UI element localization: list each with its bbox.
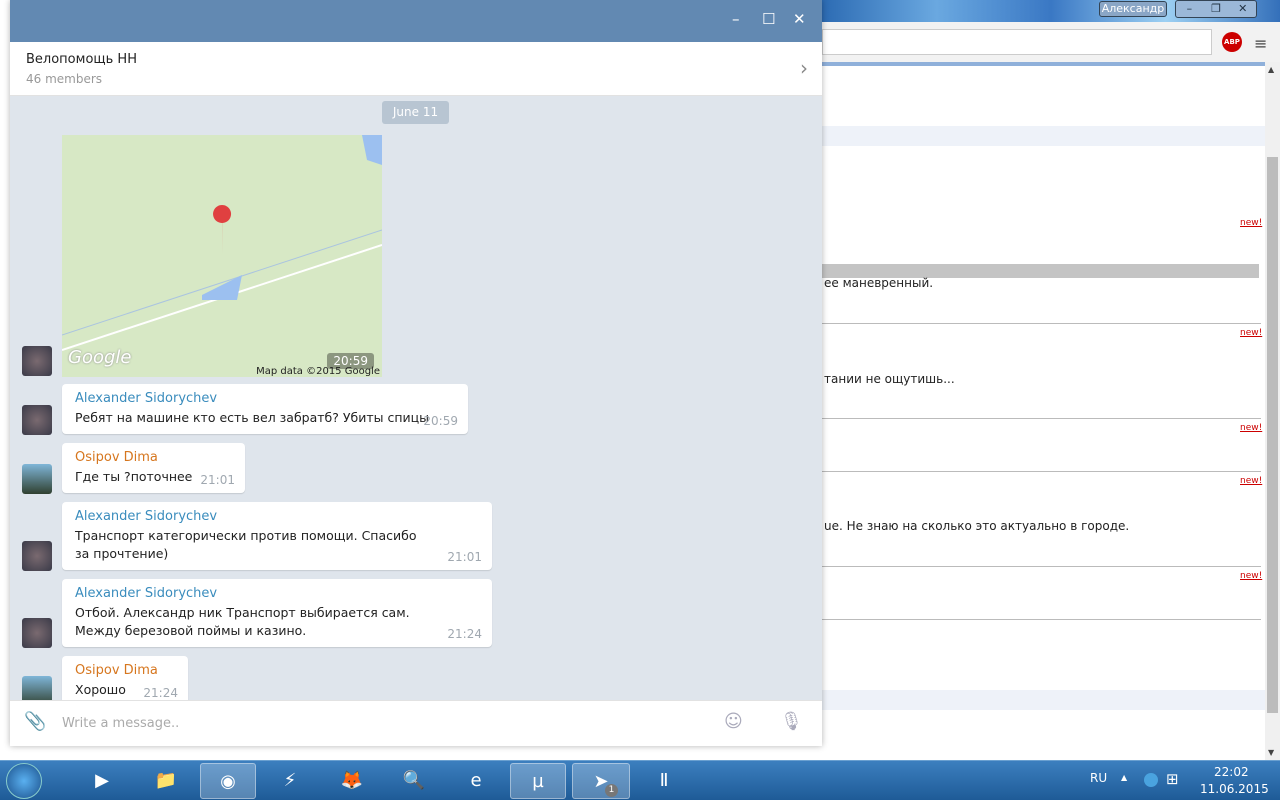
restore-button[interactable]: ❐ [1203,1,1230,17]
chevron-right-icon[interactable]: › [800,56,808,80]
divider [822,566,1261,567]
avatar[interactable] [22,346,52,376]
scroll-up-icon[interactable]: ▲ [1268,65,1274,74]
message-text: Транспорт категорически против помощи. С… [75,528,417,561]
close-button[interactable]: ✕ [793,10,806,28]
divider [822,619,1261,620]
minimize-button[interactable]: – [1176,1,1203,17]
winamp-icon[interactable]: ⚡ [262,763,318,799]
new-link[interactable]: new! [1240,218,1262,228]
scrollbar-thumb[interactable] [1267,157,1278,713]
new-link[interactable]: new! [1240,476,1262,486]
media-player-icon[interactable]: ▶ [74,763,130,799]
web-page: new! ее маневренный. new! тании не ощути… [822,62,1265,760]
file-explorer-icon[interactable]: 📁 [138,763,194,799]
firefox-icon[interactable]: 🦊 [324,763,380,799]
browser-window-controls: – ❐ ✕ [1175,0,1257,18]
message-time: 21:01 [200,473,235,487]
new-link[interactable]: new! [1240,423,1262,433]
app-icon[interactable]: Ⅱ [636,763,692,799]
new-link[interactable]: new! [1240,328,1262,338]
browser-menu-icon[interactable]: ≡ [1254,34,1267,53]
avatar[interactable] [22,541,52,571]
message-time: 21:01 [447,550,482,564]
clock-time[interactable]: 22:02 [1214,765,1249,779]
date-badge: June 11 [382,101,449,124]
divider [822,323,1261,324]
microphone-icon[interactable]: 🎙 [780,711,803,732]
message-author[interactable]: Alexander Sidorychev [75,586,442,601]
section-band [822,126,1265,146]
minimize-button[interactable]: – [732,10,740,28]
unread-badge: 1 [605,784,618,797]
language-indicator[interactable]: RU [1090,771,1107,785]
profile-button[interactable]: Александр [1099,1,1167,17]
scroll-down-icon[interactable]: ▼ [1268,748,1274,757]
chat-title: Велопомощь НН [26,52,137,67]
new-link[interactable]: new! [1240,571,1262,581]
member-count: 46 members [26,72,103,86]
telegram-window: – ☐ ✕ Велопомощь НН 46 members › June 11… [10,0,822,746]
emoji-icon[interactable]: ☺ [724,711,743,732]
internet-explorer-icon[interactable]: e [448,763,504,799]
start-button[interactable] [6,763,42,799]
clock-date[interactable]: 11.06.2015 [1200,782,1269,796]
message-time: 21:24 [143,686,178,700]
telegram-tray-icon[interactable] [1144,773,1158,787]
page-scrollbar[interactable]: ▲ ▼ [1265,62,1280,760]
address-bar[interactable] [822,29,1212,55]
message-bubble: Alexander Sidorychev Транспорт категорич… [62,502,492,570]
adblock-icon[interactable]: ABP [1222,32,1242,52]
post-text: ее маневренный. [824,276,934,290]
telegram-title-bar: – ☐ ✕ [10,0,822,42]
message-input[interactable]: Write a message.. [62,716,179,731]
telegram-taskbar-icon[interactable]: ➤ 1 [572,763,630,799]
avatar[interactable] [22,464,52,494]
section-band [822,690,1265,710]
message-bubble: Alexander Sidorychev Ребят на машине кто… [62,384,468,434]
message-list: June 11 Google 20:59 Map data ©2015 Goog… [10,96,822,700]
message-bubble: Alexander Sidorychev Отбой. Александр ни… [62,579,492,647]
message-author[interactable]: Osipov Dima [75,663,175,678]
chat-header[interactable]: Велопомощь НН 46 members › [10,42,822,96]
message-time: 20:59 [423,414,458,428]
close-button[interactable]: ✕ [1229,1,1256,17]
avatar[interactable] [22,618,52,648]
google-logo: Google [68,347,132,368]
message-time: 21:24 [447,627,482,641]
message-bubble: Osipov Dima Где ты ?поточнее 21:01 [62,443,245,493]
chrome-icon[interactable]: ◉ [200,763,256,799]
tray-expand-icon[interactable]: ▲ [1121,773,1127,782]
taskbar: ▶ 📁 ◉ ⚡ 🦊 🔍 e µ ➤ 1 Ⅱ RU ▲ ⊞ 22:02 11.06.… [0,760,1280,800]
post-text: тании не ощутишь... [824,372,955,386]
divider [822,471,1261,472]
message-text: Отбой. Александр ник Транспорт выбираетс… [75,605,410,638]
location-map[interactable]: Google 20:59 Map data ©2015 Google [62,135,382,377]
compose-area: 📎 Write a message.. ☺ 🎙 [10,700,822,746]
utorrent-icon[interactable]: µ [510,763,566,799]
message-author[interactable]: Alexander Sidorychev [75,509,432,524]
message-text: Ребят на машине кто есть вел забратб? Уб… [75,410,429,425]
post-text: ue. Не знаю на сколько это актуально в г… [824,519,1130,533]
map-attribution: Map data ©2015 Google [256,366,380,377]
maximize-button[interactable]: ☐ [762,10,775,28]
map-graphic [62,135,382,351]
avatar[interactable] [22,676,52,700]
windows-icon[interactable]: ⊞ [1166,770,1179,788]
message-author[interactable]: Alexander Sidorychev [75,391,455,406]
divider [822,418,1261,419]
message-author[interactable]: Osipov Dima [75,450,232,465]
message-bubble: Osipov Dima Хорошо 21:24 [62,656,188,700]
avatar[interactable] [22,405,52,435]
search-tool-icon[interactable]: 🔍 [386,763,442,799]
attach-icon[interactable]: 📎 [24,711,46,732]
